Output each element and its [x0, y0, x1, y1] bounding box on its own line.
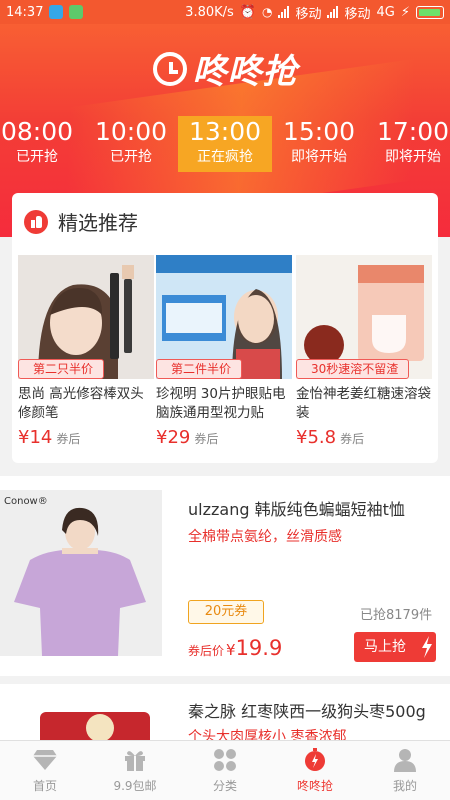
logo: 咚咚抢	[0, 44, 450, 93]
recommend-header: 精选推荐	[24, 207, 138, 236]
price-value: ¥14	[18, 427, 53, 448]
nav-item-category[interactable]: 分类	[180, 741, 270, 800]
thumbs-up-icon	[24, 209, 48, 234]
time-slot-0800[interactable]: 08:00 已开抢	[0, 116, 84, 172]
clock: 14:37	[6, 4, 44, 20]
buy-button-label: 马上抢	[364, 639, 406, 655]
brand-logo: Conow®	[4, 496, 48, 507]
charging-icon: ⚡	[400, 4, 410, 20]
nav-label: 我的	[392, 779, 417, 793]
nav-item-free-shipping[interactable]: 9.9包邮	[90, 741, 180, 800]
price-value: ¥5.8	[296, 427, 337, 448]
wifi-icon: ◔	[261, 5, 273, 19]
product-title: ulzzang 韩版纯色蝙蝠短袖t恤	[188, 500, 405, 519]
nav-label: 9.9包邮	[113, 779, 157, 793]
network-type: 4G	[376, 4, 395, 20]
recommend-card: 精选推荐 第二只半价 思尚 高光修容棒双头修颜笔 ¥14 券后 第二件半价 珍视…	[12, 193, 438, 463]
logo-text: 咚咚抢	[192, 52, 298, 92]
usb-icon	[49, 5, 64, 19]
product-image	[0, 694, 162, 744]
product-image: 第二只半价	[18, 255, 154, 379]
product-price: ¥29 券后	[156, 427, 292, 448]
recommend-item[interactable]: 30秒速溶不留渣 金怡神老姜红糖速溶袋装 ¥5.8 券后	[296, 255, 432, 448]
recommend-item[interactable]: 第二只半价 思尚 高光修容棒双头修颜笔 ¥14 券后	[18, 255, 154, 448]
time-slot-time: 15:00	[282, 117, 356, 146]
price-value: 19.9	[235, 636, 283, 660]
bottom-navigation: 首页 9.9包邮 分类 咚咚抢 我的	[0, 740, 450, 800]
user-icon	[392, 747, 418, 773]
product-image: 30秒速溶不留渣	[296, 255, 432, 379]
product-name: 珍视明 30片护眼贴电脑族通用型视力贴	[156, 386, 286, 421]
battery-icon	[416, 5, 444, 19]
alarm-icon: ⏰	[239, 4, 256, 20]
product-card[interactable]: Conow® ulzzang 韩版纯色蝙蝠短袖t恤 全棉带点氨纶，丝滑质感 20…	[0, 476, 450, 676]
stopwatch-icon	[302, 747, 328, 773]
time-slot-1500[interactable]: 15:00 即将开始	[272, 116, 366, 172]
nav-label: 分类	[212, 779, 237, 793]
after-price-label: 券后价	[188, 644, 225, 658]
time-slot-status: 已开抢	[110, 149, 152, 165]
price-note: 券后	[56, 432, 81, 446]
time-slot-status: 已开抢	[16, 149, 58, 165]
time-slot-time: 08:00	[0, 117, 74, 146]
app-notification-icon	[69, 5, 84, 19]
diamond-icon	[32, 747, 58, 773]
signal-icon	[278, 6, 290, 18]
currency-symbol: ¥	[226, 641, 236, 659]
time-slot-time: 10:00	[94, 117, 168, 146]
carrier-1: 移动	[295, 6, 322, 22]
promo-tag: 30秒速溶不留渣	[296, 359, 410, 379]
recommend-title: 精选推荐	[58, 211, 138, 235]
time-slot-time: 13:00	[188, 117, 262, 146]
product-name: 金怡神老姜红糖速溶袋装	[296, 386, 431, 421]
app-page: 14:37 3.80K/s ⏰ ◔ 移动 移动 4G ⚡ 咚咚抢 08:00 已…	[0, 0, 450, 800]
nav-label: 咚咚抢	[296, 779, 333, 793]
carrier-2: 移动	[344, 6, 371, 22]
product-price: ¥5.8 券后	[296, 427, 432, 448]
coupon-badge[interactable]: 20元券	[188, 600, 264, 624]
product-price: ¥14 券后	[18, 427, 154, 448]
after-coupon-price: 券后价 ¥ 19.9	[188, 636, 282, 660]
price-note: 券后	[340, 432, 365, 446]
lightning-icon	[422, 636, 432, 658]
product-title: 秦之脉 红枣陕西一级狗头枣500g	[188, 702, 426, 721]
product-subtitle: 全棉带点氨纶，丝滑质感	[188, 529, 342, 545]
recommend-item[interactable]: 第二件半价 珍视明 30片护眼贴电脑族通用型视力贴 ¥29 券后	[156, 255, 292, 448]
sold-count: 已抢8179件	[360, 608, 433, 623]
signal-icon-2	[327, 6, 339, 18]
time-slot-status: 即将开始	[291, 149, 347, 165]
nav-item-dongdongqiang[interactable]: 咚咚抢	[270, 741, 360, 800]
time-slot-bar: 08:00 已开抢 10:00 已开抢 13:00 正在疯抢 15:00 即将开…	[0, 116, 450, 172]
time-slot-time: 17:00	[376, 117, 450, 146]
nav-item-profile[interactable]: 我的	[360, 741, 450, 800]
time-slot-1000[interactable]: 10:00 已开抢	[84, 116, 178, 172]
product-image: Conow®	[0, 490, 162, 656]
product-name: 思尚 高光修容棒双头修颜笔	[18, 386, 144, 421]
stopwatch-icon	[152, 51, 187, 86]
promo-tag: 第二只半价	[18, 359, 105, 379]
price-note: 券后	[194, 432, 219, 446]
time-slot-status: 即将开始	[385, 149, 441, 165]
network-speed: 3.80K/s	[185, 4, 234, 20]
time-slot-1700[interactable]: 17:00 即将开始	[366, 116, 450, 172]
time-slot-status: 正在疯抢	[197, 149, 253, 165]
buy-now-button[interactable]: 马上抢	[354, 632, 436, 662]
status-bar: 14:37 3.80K/s ⏰ ◔ 移动 移动 4G ⚡	[0, 0, 450, 24]
price-value: ¥29	[156, 427, 191, 448]
promo-tag: 第二件半价	[156, 359, 243, 379]
product-image: 第二件半价	[156, 255, 292, 379]
nav-label: 首页	[32, 779, 57, 793]
nav-item-home[interactable]: 首页	[0, 741, 90, 800]
gift-icon	[122, 747, 148, 773]
time-slot-1300[interactable]: 13:00 正在疯抢	[178, 116, 272, 172]
category-icon	[212, 747, 238, 773]
product-card[interactable]: 秦之脉 红枣陕西一级狗头枣500g 个头大肉厚核小 枣香浓郁	[0, 684, 450, 744]
